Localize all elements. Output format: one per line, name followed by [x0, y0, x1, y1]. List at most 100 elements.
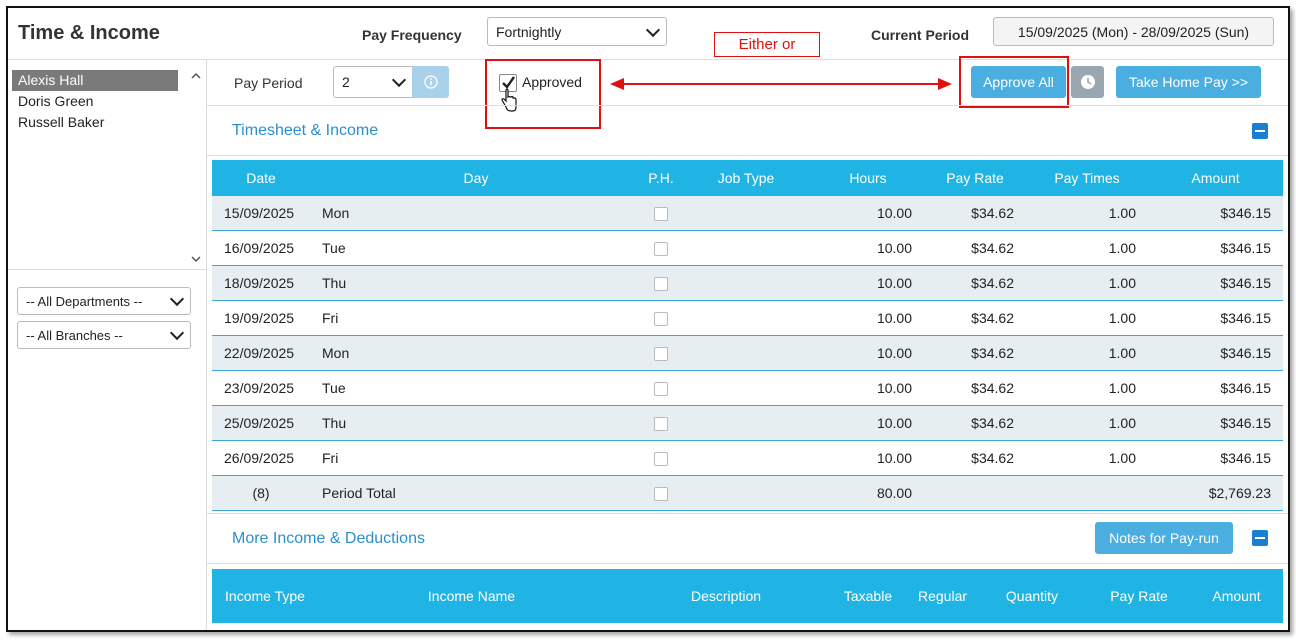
col-header-pay-rate: Pay Rate [1088, 569, 1190, 623]
scroll-up-icon[interactable] [190, 70, 202, 82]
pay-times-cell: 1.00 [1026, 335, 1148, 371]
public-holiday-checkbox[interactable] [654, 242, 668, 257]
hand-cursor-icon [501, 88, 517, 112]
hours-cell: 10.00 [812, 300, 924, 336]
period-total-row: (8) Period Total 80.00 $2,769.23 [212, 475, 1283, 511]
collapse-more-income-icon[interactable] [1252, 530, 1268, 546]
pay-times-cell: 1.00 [1026, 300, 1148, 336]
public-holiday-checkbox[interactable] [654, 277, 668, 292]
job-type-cell [680, 265, 812, 301]
branch-filter-select[interactable]: -- All Branches -- [17, 321, 191, 349]
pay-rate-cell: $34.62 [924, 196, 1026, 231]
amount-cell: $346.15 [1148, 335, 1283, 371]
table-row[interactable]: 16/09/2025 Tue 10.00 $34.62 1.00 $346.15 [212, 230, 1283, 266]
ph-cell [642, 405, 680, 441]
toolbar-divider [207, 105, 1288, 106]
col-header-amount: Amount [1190, 569, 1283, 623]
notes-for-pay-run-button[interactable]: Notes for Pay-run [1095, 522, 1233, 554]
page-title: Time & Income [18, 22, 160, 44]
either-or-annotation: Either or [714, 32, 820, 57]
table-row[interactable]: 23/09/2025 Tue 10.00 $34.62 1.00 $346.15 [212, 370, 1283, 406]
col-header-ph: P.H. [642, 160, 680, 196]
job-type-cell [680, 300, 812, 336]
employee-list-item[interactable]: Alexis Hall [12, 70, 178, 91]
more-income-header-row: Income Type Income Name Description Taxa… [212, 569, 1283, 623]
department-filter-select[interactable]: -- All Departments -- [17, 287, 191, 315]
chevron-down-icon [391, 72, 407, 88]
amount-cell: $346.15 [1148, 370, 1283, 406]
total-count-cell: (8) [212, 475, 310, 511]
ph-cell [642, 265, 680, 301]
collapse-timesheet-icon[interactable] [1252, 123, 1268, 139]
scroll-down-icon[interactable] [190, 253, 202, 265]
pay-period-label: Pay Period [234, 75, 303, 91]
pay-times-cell: 1.00 [1026, 370, 1148, 406]
table-row[interactable]: 25/09/2025 Thu 10.00 $34.62 1.00 $346.15 [212, 405, 1283, 441]
public-holiday-checkbox[interactable] [654, 312, 668, 327]
public-holiday-checkbox[interactable] [654, 452, 668, 467]
table-row[interactable]: 19/09/2025 Fri 10.00 $34.62 1.00 $346.15 [212, 300, 1283, 336]
employee-list-item[interactable]: Doris Green [12, 91, 178, 112]
day-cell: Thu [310, 265, 642, 301]
date-cell: 18/09/2025 [212, 265, 310, 301]
amount-cell: $346.15 [1148, 230, 1283, 266]
amount-cell: $346.15 [1148, 440, 1283, 476]
col-header-pay-rate: Pay Rate [924, 160, 1026, 196]
job-type-cell [680, 370, 812, 406]
either-or-arrow [610, 78, 952, 90]
table-row[interactable]: 15/09/2025 Mon 10.00 $34.62 1.00 $346.15 [212, 196, 1283, 231]
hours-cell: 10.00 [812, 196, 924, 231]
public-holiday-checkbox[interactable] [654, 382, 668, 397]
approve-all-button[interactable]: Approve All [971, 66, 1066, 98]
amount-cell: $346.15 [1148, 196, 1283, 231]
day-cell: Mon [310, 335, 642, 371]
approved-label: Approved [522, 74, 582, 90]
table-row[interactable]: 26/09/2025 Fri 10.00 $34.62 1.00 $346.15 [212, 440, 1283, 476]
pay-rate-cell: $34.62 [924, 440, 1026, 476]
employee-list: Alexis Hall Doris Green Russell Baker [12, 70, 202, 268]
hours-cell: 10.00 [812, 405, 924, 441]
day-cell: Mon [310, 196, 642, 231]
pay-period-select[interactable]: 2 [333, 66, 413, 98]
chevron-down-icon [169, 291, 185, 307]
public-holiday-checkbox[interactable] [654, 347, 668, 362]
job-type-cell [680, 196, 812, 231]
employee-list-item[interactable]: Russell Baker [12, 112, 178, 133]
table-row[interactable]: 22/09/2025 Mon 10.00 $34.62 1.00 $346.15 [212, 335, 1283, 371]
pay-rate-cell: $34.62 [924, 230, 1026, 266]
day-cell: Thu [310, 405, 642, 441]
branch-filter-value: -- All Branches -- [26, 327, 123, 343]
pay-frequency-value: Fortnightly [496, 23, 562, 40]
header-divider [8, 59, 1288, 60]
chevron-down-icon [645, 22, 661, 37]
current-period-label: Current Period [871, 27, 970, 43]
public-holiday-checkbox[interactable] [654, 487, 668, 502]
day-cell: Tue [310, 230, 642, 266]
chevron-down-icon [169, 325, 185, 341]
pay-times-cell: 1.00 [1026, 265, 1148, 301]
col-header-income-type: Income Type [212, 569, 318, 623]
ph-cell [642, 230, 680, 266]
take-home-pay-button[interactable]: Take Home Pay >> [1116, 66, 1261, 98]
date-cell: 15/09/2025 [212, 196, 310, 231]
hours-cell: 10.00 [812, 440, 924, 476]
hours-cell: 10.00 [812, 265, 924, 301]
day-cell: Fri [310, 300, 642, 336]
table-row[interactable]: 18/09/2025 Thu 10.00 $34.62 1.00 $346.15 [212, 265, 1283, 301]
app-window: Time & Income Pay Frequency Fortnightly … [6, 6, 1290, 632]
ph-cell [642, 370, 680, 406]
date-cell: 25/09/2025 [212, 405, 310, 441]
col-header-amount: Amount [1148, 160, 1283, 196]
hours-cell: 10.00 [812, 230, 924, 266]
total-label-cell: Period Total [310, 475, 642, 511]
pay-frequency-select[interactable]: Fortnightly [487, 17, 667, 46]
pay-period-info-button[interactable] [412, 66, 449, 98]
ph-cell [642, 335, 680, 371]
department-filter-value: -- All Departments -- [26, 293, 143, 309]
public-holiday-checkbox[interactable] [654, 207, 668, 222]
public-holiday-checkbox[interactable] [654, 417, 668, 432]
date-cell: 19/09/2025 [212, 300, 310, 336]
col-header-job-type: Job Type [680, 160, 812, 196]
info-icon [423, 75, 438, 89]
history-button[interactable] [1071, 66, 1104, 98]
